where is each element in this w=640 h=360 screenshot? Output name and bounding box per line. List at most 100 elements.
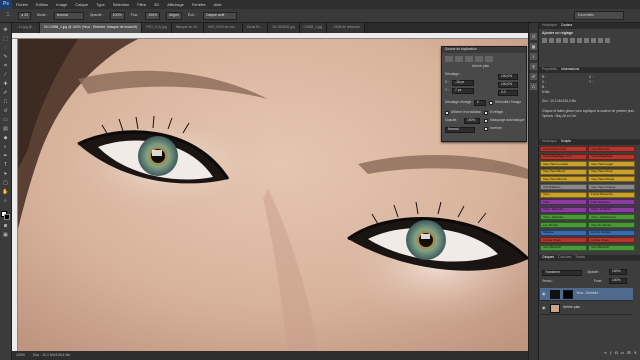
zoom-tool-icon[interactable]: ⌕ — [2, 198, 10, 205]
levels-icon[interactable] — [549, 38, 554, 43]
color-balance-icon[interactable] — [584, 38, 589, 43]
source-slot-icon[interactable] — [475, 56, 483, 62]
fill-field[interactable]: 100% — [609, 278, 627, 284]
link-layers-icon[interactable]: ∞ — [604, 351, 607, 358]
new-group-icon[interactable]: ▭ — [621, 351, 625, 358]
action-button[interactable]: Masque — [540, 229, 587, 236]
type-tool-icon[interactable]: T — [2, 162, 10, 169]
photo-filter-icon[interactable] — [598, 38, 603, 43]
frame-offset-field[interactable]: 0 — [474, 100, 486, 106]
opacity-field[interactable]: 100% — [109, 11, 125, 20]
eraser-tool-icon[interactable]: ▭ — [2, 117, 10, 124]
layer-opacity-field[interactable]: 100% — [609, 269, 627, 275]
channel-mixer-icon[interactable] — [605, 38, 610, 43]
layer-row[interactable]: ◉ Arrière-plan — [540, 302, 633, 315]
menu-fichier[interactable]: Fichier — [12, 2, 32, 7]
menu-filtre[interactable]: Filtre — [133, 2, 150, 7]
tab-paths[interactable]: Tracés — [575, 256, 585, 260]
action-button[interactable]: Yeux Teint Orangé — [588, 184, 635, 190]
document-canvas[interactable]: Source de duplication Arrière-plan Décal… — [18, 39, 528, 351]
aligned-checkbox[interactable]: Aligné — [166, 11, 182, 20]
action-button[interactable]: Yeux - Eteindre — [540, 206, 587, 213]
swatches-icon[interactable]: ▦ — [530, 43, 537, 50]
lock-frame-checkbox[interactable] — [489, 101, 493, 105]
paragraph-icon[interactable]: ¶ — [530, 63, 537, 70]
quick-mask-icon[interactable]: ◙ — [2, 223, 10, 230]
tab-color[interactable]: Couleur — [561, 24, 573, 28]
action-button[interactable]: Anti-Reflets Ford — [540, 146, 587, 152]
action-button[interactable]: Yeux - Eteindre — [540, 214, 587, 221]
clone-source-panel[interactable]: Source de duplication Arrière-plan Décal… — [441, 46, 527, 142]
action-button[interactable]: Yeux Blanchir — [540, 244, 587, 251]
fx-icon[interactable]: ƒ — [610, 351, 612, 358]
eyedropper-icon[interactable]: ⁄ — [2, 72, 10, 79]
source-slot-icon[interactable] — [445, 56, 453, 62]
clipped-checkbox[interactable] — [484, 111, 488, 115]
eye-icon[interactable]: ◉ — [542, 305, 547, 311]
add-mask-icon[interactable]: ◘ — [615, 351, 617, 358]
path-select-icon[interactable]: ➤ — [2, 171, 10, 178]
brush-size-picker[interactable]: ● 25 — [18, 11, 31, 20]
action-button[interactable]: Lèvres Gloss — [540, 237, 587, 244]
clone-stamp-tool-icon[interactable]: ⎍ — [2, 99, 10, 106]
x-offset-field[interactable]: -18 px — [452, 80, 474, 86]
menu-image[interactable]: Image — [52, 2, 71, 7]
crop-tool-icon[interactable]: ⌗ — [2, 63, 10, 70]
flow-field[interactable]: 100% — [145, 11, 161, 20]
vibrance-icon[interactable] — [570, 38, 575, 43]
action-button[interactable]: Lèv. Border — [540, 222, 587, 228]
brush-tool-icon[interactable]: ✐ — [2, 90, 10, 97]
healing-brush-icon[interactable]: ✚ — [2, 81, 10, 88]
color-swatches[interactable] — [0, 211, 11, 221]
action-button[interactable]: Pole — [540, 199, 587, 206]
action-button[interactable]: Yeux Teint Rosé — [588, 168, 635, 175]
action-button[interactable]: Yeux ... — [540, 191, 587, 198]
tab-history[interactable]: Historique — [542, 24, 557, 28]
layer-name[interactable]: Yeux - Eteindre — [576, 292, 598, 296]
source-slot-icon[interactable] — [455, 56, 463, 62]
action-button[interactable]: Yeux Teint Brunir — [540, 168, 587, 175]
y-offset-field[interactable]: 7 px — [452, 88, 474, 94]
action-button[interactable]: Yeux Maquillage — [588, 153, 635, 160]
doc-tab[interactable]: 26-1903ND.jpg — [268, 23, 300, 33]
doc-tab-active[interactable]: 25-C0988_1.jpg @ 100% (Yeux - Eteindre, … — [39, 23, 142, 33]
exposure-icon[interactable] — [563, 38, 568, 43]
marquee-tool-icon[interactable]: ⬚ — [2, 36, 10, 43]
action-button[interactable]: Yeux de Border — [588, 222, 635, 228]
layer-name[interactable]: Arrière-plan — [563, 306, 580, 310]
width-scale-field[interactable]: 100,0% — [498, 74, 518, 80]
background-color-swatch[interactable] — [3, 214, 10, 220]
history-brush-icon[interactable]: ↺ — [2, 108, 10, 115]
action-button[interactable]: Yeux Maquillage Ford — [540, 153, 587, 160]
action-button[interactable]: Lèvres Gloss — [588, 237, 635, 244]
overlay-opacity-field[interactable]: 100% — [464, 118, 480, 124]
eye-icon[interactable]: ◉ — [542, 291, 547, 297]
brightness-icon[interactable] — [542, 38, 547, 43]
action-button[interactable]: Fonds Rétouche — [588, 191, 635, 198]
lasso-tool-icon[interactable]: ◌ — [2, 45, 10, 52]
doc-tab[interactable]: ...2008 de retouche — [327, 23, 365, 33]
doc-tab[interactable]: IMG_0024 de vos ... — [204, 23, 244, 33]
mode-select[interactable]: Normal — [53, 11, 84, 20]
tab-layers[interactable]: Calques — [542, 256, 554, 260]
hue-saturation-icon[interactable] — [577, 38, 582, 43]
source-slot-icon[interactable] — [485, 56, 493, 62]
tab-info[interactable]: Informations — [561, 68, 579, 72]
source-slot-icon[interactable] — [465, 56, 473, 62]
layer-mask-thumbnail[interactable] — [563, 289, 573, 299]
doc-tab[interactable]: PSD_0 (1).jpg — [141, 23, 172, 33]
black-white-icon[interactable] — [591, 38, 596, 43]
menu-type[interactable]: Type — [92, 2, 109, 7]
menu-aide[interactable]: Aide — [210, 2, 226, 7]
action-button[interactable]: Yeux Blanchir — [588, 146, 635, 152]
action-button[interactable]: Yeux Teint Léger — [588, 161, 635, 168]
menu-edition[interactable]: Edition — [32, 2, 52, 7]
action-button[interactable]: Yeux Teint Lumière — [540, 161, 587, 168]
overlay-mode-select[interactable]: Normal — [445, 127, 475, 133]
info-icon[interactable]: i — [530, 53, 537, 60]
shape-tool-icon[interactable]: ▢ — [2, 180, 10, 187]
quick-select-icon[interactable]: ✎ — [2, 54, 10, 61]
blend-mode-select[interactable]: Transform — [542, 270, 582, 276]
angle-field[interactable]: 0,0 — [498, 90, 518, 96]
move-tool-icon[interactable]: ✥ — [2, 27, 10, 34]
